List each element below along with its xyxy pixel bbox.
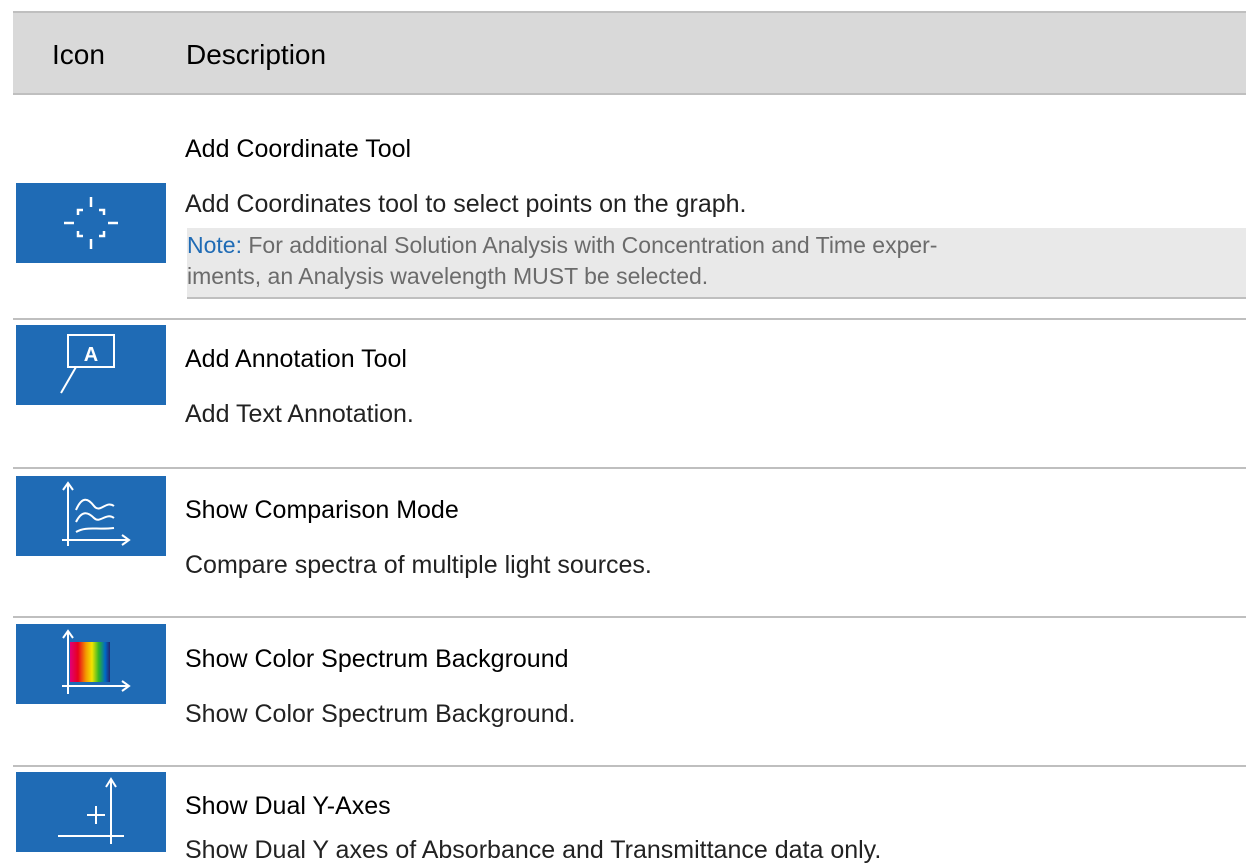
description-column-header: Description bbox=[186, 39, 327, 70]
comparison-graph-icon bbox=[16, 476, 166, 556]
row-divider bbox=[13, 616, 1246, 618]
row-description: Show Dual Y axes of Absorbance and Trans… bbox=[185, 836, 882, 864]
row-title: Add Annotation Tool bbox=[185, 345, 407, 373]
row-divider bbox=[13, 467, 1246, 469]
row-description: Show Color Spectrum Background. bbox=[185, 700, 576, 728]
row-description: Compare spectra of multiple light source… bbox=[185, 551, 652, 579]
row-title: Show Color Spectrum Background bbox=[185, 645, 569, 673]
note-box: Note: For additional Solution Analysis w… bbox=[187, 228, 1246, 299]
row-title: Add Coordinate Tool bbox=[185, 135, 412, 163]
note-text-line-2: iments, an Analysis wavelength MUST be s… bbox=[187, 263, 709, 289]
icon-description-table: Icon Description Add Coordinate Tool Add… bbox=[13, 0, 1246, 864]
row-divider bbox=[13, 318, 1246, 320]
row-description: Add Coordinates tool to select points on… bbox=[185, 190, 747, 218]
color-spectrum-icon bbox=[16, 624, 166, 704]
dual-y-axes-icon bbox=[16, 772, 166, 852]
row-title: Show Dual Y-Axes bbox=[185, 792, 391, 820]
table-header: Icon Description bbox=[13, 11, 1246, 95]
annotation-icon: A bbox=[16, 325, 166, 405]
note-label: Note: bbox=[187, 232, 242, 258]
note-text-line-1: For additional Solution Analysis with Co… bbox=[248, 232, 938, 258]
annotation-icon-letter: A bbox=[84, 344, 98, 366]
row-title: Show Comparison Mode bbox=[185, 496, 459, 524]
row-divider bbox=[13, 765, 1246, 767]
crosshair-icon bbox=[16, 183, 166, 263]
icon-column-header: Icon bbox=[52, 39, 105, 70]
row-description: Add Text Annotation. bbox=[185, 400, 414, 428]
